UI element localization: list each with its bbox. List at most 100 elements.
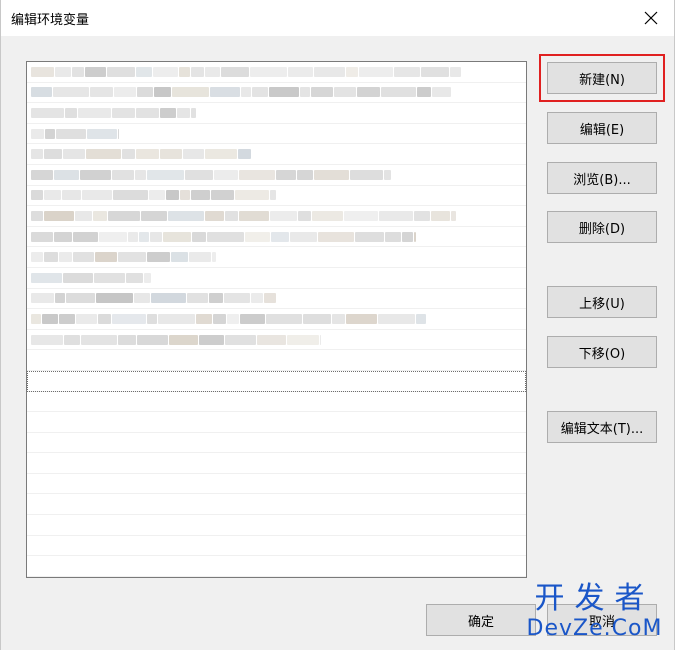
blurred-text-block — [207, 231, 244, 242]
edit-text-button[interactable]: 编辑文本(T)... — [547, 411, 657, 443]
blurred-text-block — [224, 293, 250, 304]
blurred-text-block — [141, 210, 167, 221]
blurred-text-block — [303, 313, 331, 324]
list-item[interactable] — [27, 289, 526, 310]
blurred-text-block — [126, 272, 143, 283]
blurred-text-block — [171, 252, 188, 263]
blurred-text-block — [55, 66, 71, 77]
blurred-text-block — [225, 210, 238, 221]
blurred-text-block — [314, 66, 345, 77]
list-item[interactable] — [27, 62, 526, 83]
blurred-text-block — [147, 252, 170, 263]
blurred-text-block — [298, 210, 311, 221]
list-item[interactable] — [27, 186, 526, 207]
blurred-text-block — [431, 210, 450, 221]
blurred-text-block — [163, 231, 191, 242]
blurred-text-block — [96, 293, 133, 304]
list-item[interactable] — [27, 433, 526, 454]
blurred-text-block — [90, 87, 113, 98]
delete-button[interactable]: 删除(D) — [547, 211, 657, 243]
blurred-text-block — [166, 190, 179, 201]
close-icon — [644, 11, 658, 25]
list-item[interactable] — [27, 350, 526, 371]
blurred-text-block — [385, 231, 401, 242]
list-item[interactable] — [27, 165, 526, 186]
list-item-selected[interactable] — [27, 370, 526, 392]
blurred-text-block — [288, 66, 313, 77]
blurred-text-block — [128, 231, 138, 242]
blurred-text-block — [78, 107, 111, 118]
blurred-text-block — [297, 169, 313, 180]
list-item[interactable] — [27, 268, 526, 289]
blurred-text-block — [312, 210, 343, 221]
list-item[interactable] — [27, 412, 526, 433]
close-button[interactable] — [628, 0, 674, 36]
blurred-text-block — [31, 272, 62, 283]
blurred-text-block — [85, 66, 106, 77]
list-item[interactable] — [27, 474, 526, 495]
blurred-text-block — [82, 190, 112, 201]
edit-button[interactable]: 编辑(E) — [547, 112, 657, 144]
list-item[interactable] — [27, 453, 526, 474]
blurred-text-block — [31, 87, 52, 98]
blurred-text-block — [179, 66, 190, 77]
list-item[interactable] — [27, 330, 526, 351]
blurred-text-block — [95, 252, 117, 263]
list-item[interactable] — [27, 309, 526, 330]
blurred-text-block — [80, 169, 111, 180]
blurred-text-block — [137, 334, 168, 345]
blurred-text-block — [81, 334, 117, 345]
list-item[interactable] — [27, 83, 526, 104]
list-item[interactable] — [27, 144, 526, 165]
new-button[interactable]: 新建(N) — [539, 54, 665, 102]
blurred-text-block — [139, 231, 149, 242]
blurred-text-block — [287, 334, 319, 345]
blurred-text-block — [150, 231, 162, 242]
list-item[interactable] — [27, 124, 526, 145]
browse-button-label: 浏览(B)... — [573, 172, 631, 188]
edit-button-label: 编辑(E) — [579, 122, 625, 138]
blurred-text-block — [264, 293, 276, 304]
delete-button-label: 删除(D) — [578, 221, 626, 237]
blurred-text-block — [42, 313, 58, 324]
list-item[interactable] — [27, 227, 526, 248]
list-item[interactable] — [27, 515, 526, 536]
list-item[interactable] — [27, 536, 526, 557]
move-down-button[interactable]: 下移(O) — [547, 336, 657, 368]
blurred-text-block — [346, 66, 358, 77]
blurred-text-block — [421, 66, 449, 77]
blurred-text-block — [31, 128, 44, 139]
blurred-text-block — [191, 190, 210, 201]
list-item[interactable] — [27, 494, 526, 516]
blurred-text-block — [416, 313, 426, 324]
browse-button[interactable]: 浏览(B)... — [547, 162, 657, 194]
blurred-text-block — [56, 128, 86, 139]
blurred-text-block — [44, 252, 58, 263]
blurred-text-block — [137, 87, 153, 98]
blurred-text-block — [158, 313, 195, 324]
blurred-text-block — [451, 210, 456, 221]
blurred-text-block — [225, 334, 256, 345]
blurred-text-block — [270, 210, 297, 221]
blurred-text-block — [112, 169, 134, 180]
list-item[interactable] — [27, 103, 526, 124]
list-item[interactable] — [27, 556, 526, 577]
ok-button[interactable]: 确定 — [426, 604, 536, 636]
blurred-text-block — [417, 87, 431, 98]
title-bar: 编辑环境变量 — [1, 0, 674, 36]
path-list[interactable] — [26, 61, 527, 578]
blurred-text-block — [290, 231, 317, 242]
blurred-text-block — [414, 210, 430, 221]
list-item[interactable] — [27, 206, 526, 227]
blurred-text-block — [209, 293, 223, 304]
list-item[interactable] — [27, 247, 526, 268]
blurred-text-block — [94, 272, 125, 283]
move-up-button[interactable]: 上移(U) — [547, 286, 657, 318]
blurred-text-block — [31, 293, 54, 304]
blurred-text-block — [151, 293, 186, 304]
blurred-text-block — [251, 293, 263, 304]
blurred-text-block — [112, 313, 146, 324]
list-item[interactable] — [27, 392, 526, 413]
cancel-button[interactable]: 取消 — [547, 604, 657, 636]
blurred-text-block — [210, 87, 240, 98]
